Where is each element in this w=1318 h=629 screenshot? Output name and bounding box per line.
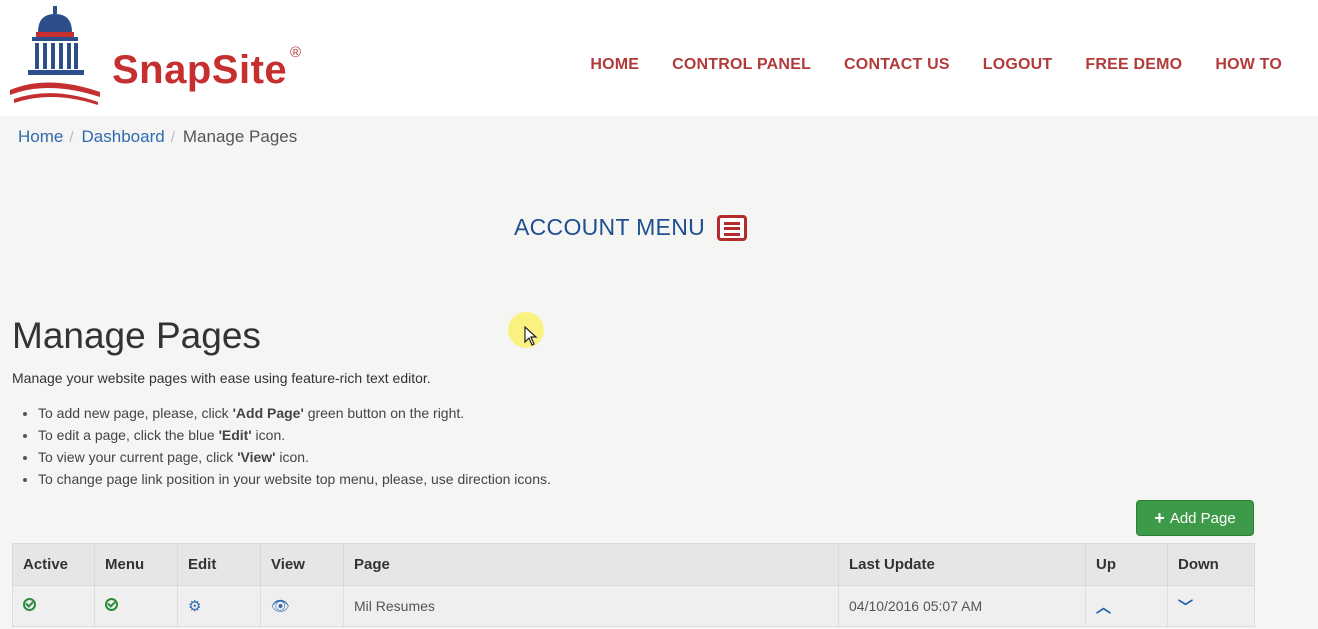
site-header: SnapSite ® HOME CONTROL PANEL CONTACT US… bbox=[0, 0, 1318, 116]
header-view: View bbox=[260, 543, 344, 586]
cell-page-name: Mil Resumes bbox=[343, 585, 839, 627]
instruction-item: To edit a page, click the blue 'Edit' ic… bbox=[38, 424, 551, 446]
header-last-update: Last Update bbox=[838, 543, 1086, 586]
cell-view: 👁 bbox=[260, 585, 344, 627]
header-down: Down bbox=[1167, 543, 1255, 586]
nav-free-demo[interactable]: FREE DEMO bbox=[1085, 56, 1182, 74]
nav-control-panel[interactable]: CONTROL PANEL bbox=[672, 56, 811, 74]
account-menu-button[interactable]: ACCOUNT MENU bbox=[514, 214, 748, 241]
breadcrumb-current: Manage Pages bbox=[182, 127, 298, 146]
breadcrumb-separator: / bbox=[170, 128, 175, 146]
check-circle-icon[interactable] bbox=[105, 598, 118, 611]
account-menu-label: ACCOUNT MENU bbox=[514, 214, 706, 240]
page-title: Manage Pages bbox=[12, 315, 261, 356]
header-active: Active bbox=[12, 543, 95, 586]
pages-table: Active Menu Edit View Page Last Update U… bbox=[12, 543, 1255, 627]
header-up: Up bbox=[1085, 543, 1168, 586]
instruction-item: To view your current page, click 'View' … bbox=[38, 446, 551, 468]
header-edit: Edit bbox=[177, 543, 261, 586]
registered-mark: ® bbox=[290, 44, 302, 61]
breadcrumb: Home / Dashboard / Manage Pages bbox=[18, 127, 297, 147]
cell-up: ︿ bbox=[1085, 585, 1168, 627]
top-nav: HOME CONTROL PANEL CONTACT US LOGOUT FRE… bbox=[590, 56, 1282, 74]
plus-icon: + bbox=[1154, 507, 1165, 528]
instructions-list: To add new page, please, click 'Add Page… bbox=[18, 402, 551, 490]
breadcrumb-dashboard[interactable]: Dashboard bbox=[82, 127, 165, 147]
breadcrumb-separator: / bbox=[69, 128, 74, 146]
snapsite-logo[interactable]: SnapSite ® bbox=[8, 4, 308, 108]
nav-contact-us[interactable]: CONTACT US bbox=[844, 56, 950, 74]
gear-icon[interactable]: ⚙ bbox=[188, 597, 201, 615]
table-row: ⚙ 👁 Mil Resumes 04/10/2016 05:07 AM ︿ ﹀ bbox=[12, 585, 1255, 627]
nav-how-to[interactable]: HOW TO bbox=[1215, 56, 1282, 74]
table-header-row: Active Menu Edit View Page Last Update U… bbox=[12, 543, 1255, 586]
check-circle-icon[interactable] bbox=[23, 598, 36, 611]
hamburger-menu-icon bbox=[717, 214, 748, 241]
capitol-dome-icon bbox=[10, 6, 100, 105]
page-intro: Manage your website pages with ease usin… bbox=[12, 370, 431, 386]
add-page-label: Add Page bbox=[1169, 509, 1236, 527]
nav-home[interactable]: HOME bbox=[590, 56, 639, 74]
cell-down: ﹀ bbox=[1167, 585, 1255, 627]
eye-icon[interactable]: 👁 bbox=[271, 597, 290, 615]
breadcrumb-home[interactable]: Home bbox=[18, 127, 63, 147]
add-page-button[interactable]: + Add Page bbox=[1136, 500, 1254, 536]
nav-logout[interactable]: LOGOUT bbox=[983, 56, 1053, 74]
header-menu: Menu bbox=[94, 543, 178, 586]
mouse-pointer-icon bbox=[524, 326, 538, 346]
cell-last-update: 04/10/2016 05:07 AM bbox=[838, 585, 1086, 627]
instruction-item: To add new page, please, click 'Add Page… bbox=[38, 402, 551, 424]
cell-menu bbox=[94, 585, 178, 627]
header-page: Page bbox=[343, 543, 839, 586]
cell-edit: ⚙ bbox=[177, 585, 261, 627]
cell-active bbox=[12, 585, 95, 627]
chevron-up-icon[interactable]: ︿ bbox=[1096, 596, 1111, 617]
instruction-item: To change page link position in your web… bbox=[38, 468, 551, 490]
chevron-down-icon[interactable]: ﹀ bbox=[1178, 596, 1193, 617]
brand-name: SnapSite bbox=[112, 48, 288, 92]
